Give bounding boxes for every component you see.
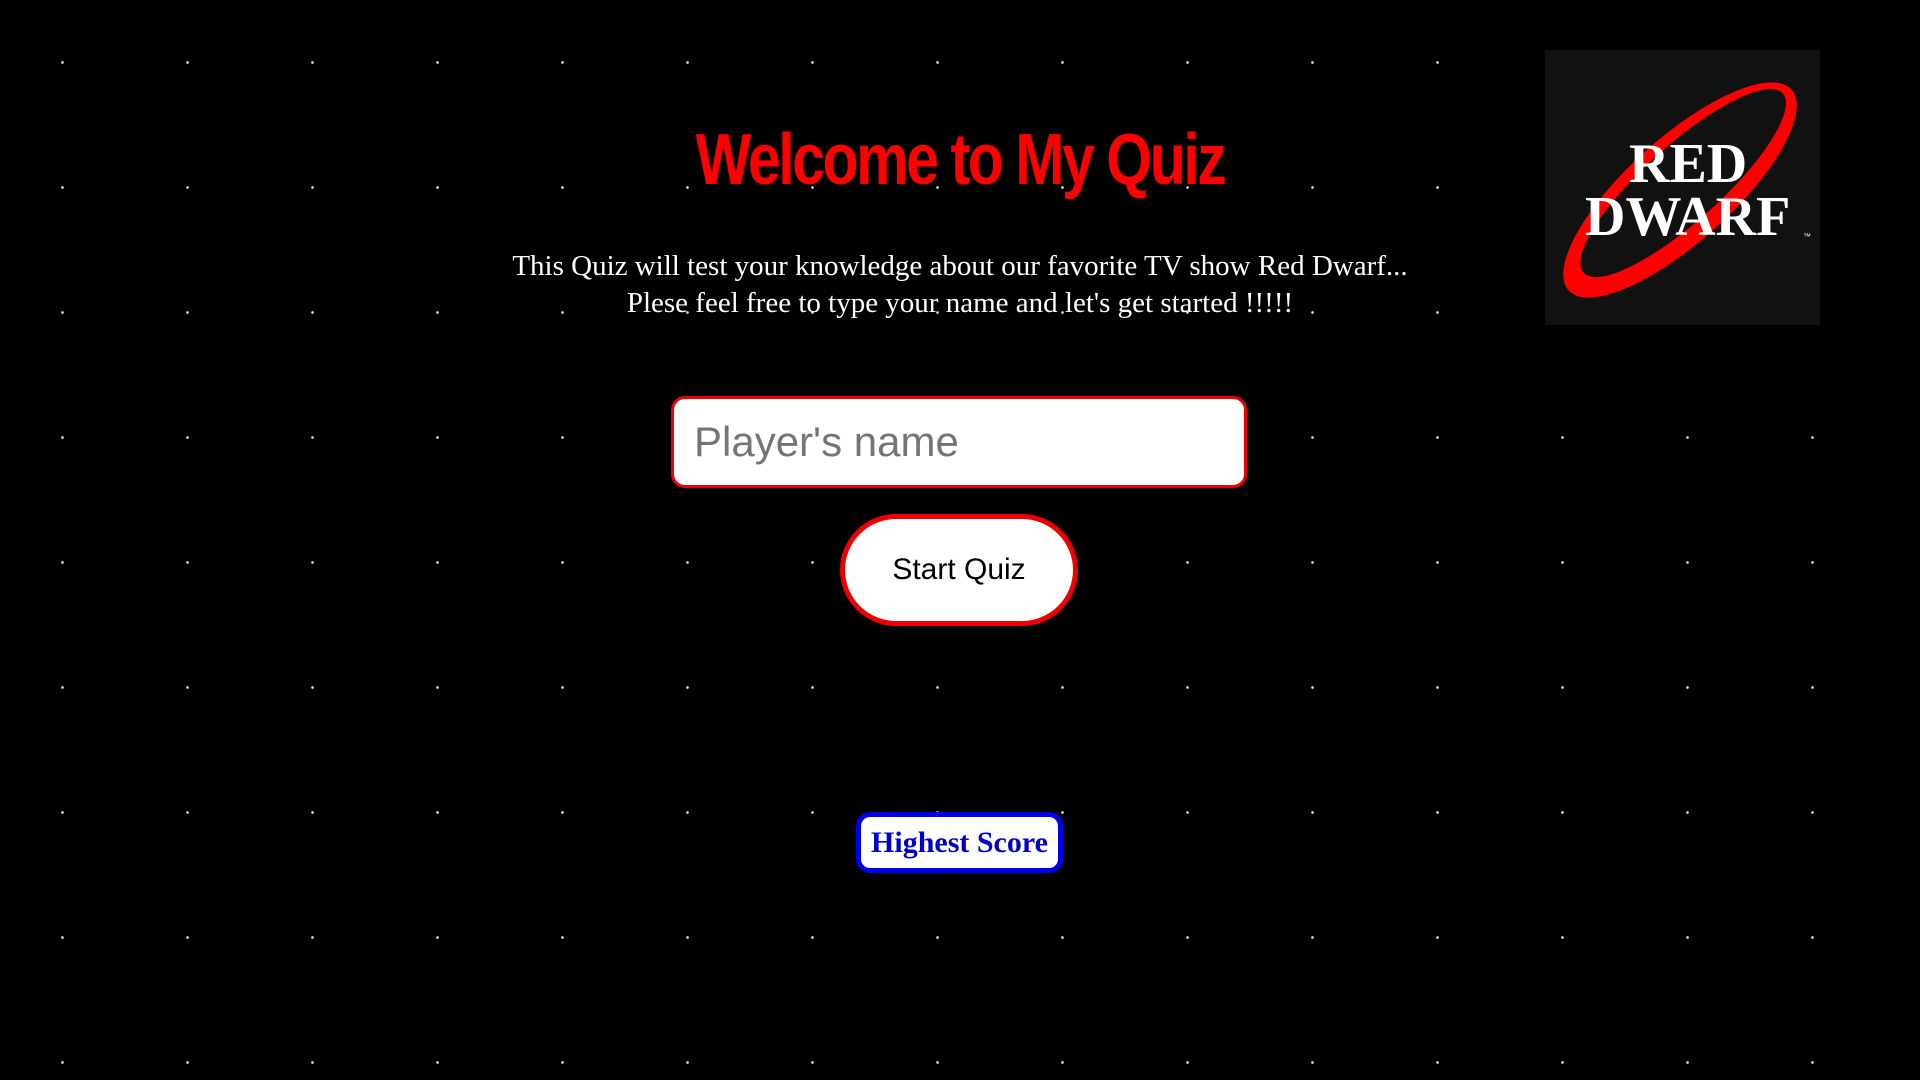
- red-dwarf-logo-icon: RED DWARF ™: [1563, 82, 1811, 298]
- logo-word-dwarf: DWARF: [1585, 186, 1790, 248]
- page-title: Welcome to My Quiz: [695, 120, 1227, 200]
- logo-trademark: ™: [1803, 232, 1811, 241]
- highest-score-link[interactable]: Highest Score: [856, 812, 1063, 873]
- red-dwarf-logo: RED DWARF ™: [1545, 50, 1820, 325]
- start-quiz-button[interactable]: Start Quiz: [840, 514, 1078, 626]
- player-name-input[interactable]: [671, 396, 1247, 488]
